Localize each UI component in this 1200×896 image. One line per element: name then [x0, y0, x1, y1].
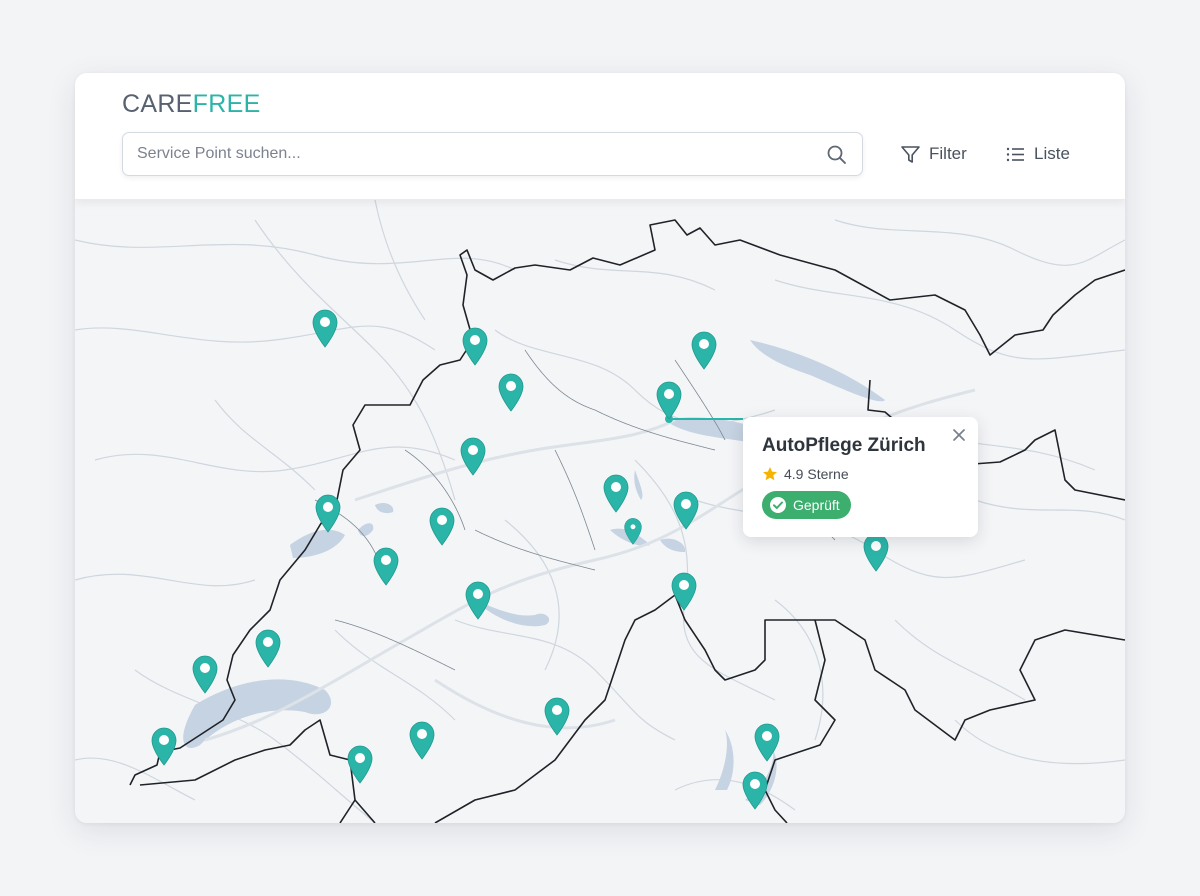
map-pin-icon [603, 474, 629, 513]
close-icon[interactable] [951, 427, 967, 443]
map-pin-icon [498, 373, 524, 412]
star-icon [763, 467, 777, 481]
filter-button[interactable]: Filter [900, 142, 967, 166]
map-pin-icon [465, 581, 491, 620]
map-pin-selected[interactable] [654, 380, 684, 420]
verified-badge: Geprüft [762, 491, 851, 519]
map-pin[interactable] [149, 726, 179, 766]
map-pin-icon [656, 381, 682, 420]
map-pin-icon [673, 491, 699, 530]
popup-rating: 4.9 Sterne [762, 466, 849, 482]
map-pin[interactable] [752, 722, 782, 762]
map-pin[interactable] [601, 473, 631, 513]
map-pin-icon [255, 629, 281, 668]
map-pin[interactable] [371, 546, 401, 586]
map-pin[interactable] [253, 628, 283, 668]
map-pin-icon [151, 727, 177, 766]
search-icon[interactable] [826, 144, 848, 166]
map-pin[interactable] [427, 506, 457, 546]
app-window: CAREFREE Filter Liste [75, 73, 1125, 823]
map-pin-icon [462, 327, 488, 366]
list-view-button[interactable]: Liste [1005, 142, 1070, 166]
map-pin-icon [409, 721, 435, 760]
list-label: Liste [1034, 144, 1070, 163]
map-pin[interactable] [458, 436, 488, 476]
search-input[interactable] [137, 133, 807, 175]
logo-text-free: FREE [192, 90, 261, 118]
country-border-south [764, 619, 1125, 823]
popup-title: AutoPflege Zürich [762, 435, 926, 456]
map-pin-icon [315, 494, 341, 533]
search-bar [122, 132, 863, 176]
map-pin-icon [742, 771, 768, 810]
map-pin[interactable] [496, 372, 526, 412]
map-pin[interactable] [669, 571, 699, 611]
map-pin[interactable] [542, 696, 572, 736]
location-popup: AutoPflege Zürich 4.9 Sterne Geprüft [743, 417, 978, 537]
map-pin[interactable] [861, 532, 891, 572]
map-pin-icon [373, 547, 399, 586]
map-pin-icon [754, 723, 780, 762]
map-pin[interactable] [460, 326, 490, 366]
logo[interactable]: CAREFREE [122, 89, 261, 119]
map-pin[interactable] [671, 490, 701, 530]
badge-label: Geprüft [793, 497, 840, 513]
map-pin[interactable] [190, 654, 220, 694]
map-pin-icon [429, 507, 455, 546]
map-pin[interactable] [740, 770, 770, 810]
map-pin-icon [347, 745, 373, 784]
filter-icon [901, 145, 920, 163]
map-pin[interactable] [622, 517, 644, 545]
map-canvas[interactable]: AutoPflege Zürich 4.9 Sterne Geprüft [75, 200, 1125, 823]
map-pin[interactable] [313, 493, 343, 533]
list-icon [1006, 147, 1024, 161]
map-pin-icon [624, 518, 642, 545]
map-pin-icon [691, 331, 717, 370]
map-pin-icon [192, 655, 218, 694]
map-pin[interactable] [463, 580, 493, 620]
app-header: CAREFREE Filter Liste [75, 73, 1125, 200]
logo-text-care: CARE [122, 90, 193, 118]
filter-label: Filter [929, 144, 967, 163]
rating-text: 4.9 Sterne [784, 466, 849, 482]
map-pin-icon [863, 533, 889, 572]
map-pin[interactable] [310, 308, 340, 348]
map-pin[interactable] [407, 720, 437, 760]
map-pin-icon [460, 437, 486, 476]
map-pin-icon [312, 309, 338, 348]
map-pin-icon [671, 572, 697, 611]
map-pin-icon [544, 697, 570, 736]
check-circle-icon [770, 497, 786, 513]
map-pin[interactable] [345, 744, 375, 784]
map-pin[interactable] [689, 330, 719, 370]
